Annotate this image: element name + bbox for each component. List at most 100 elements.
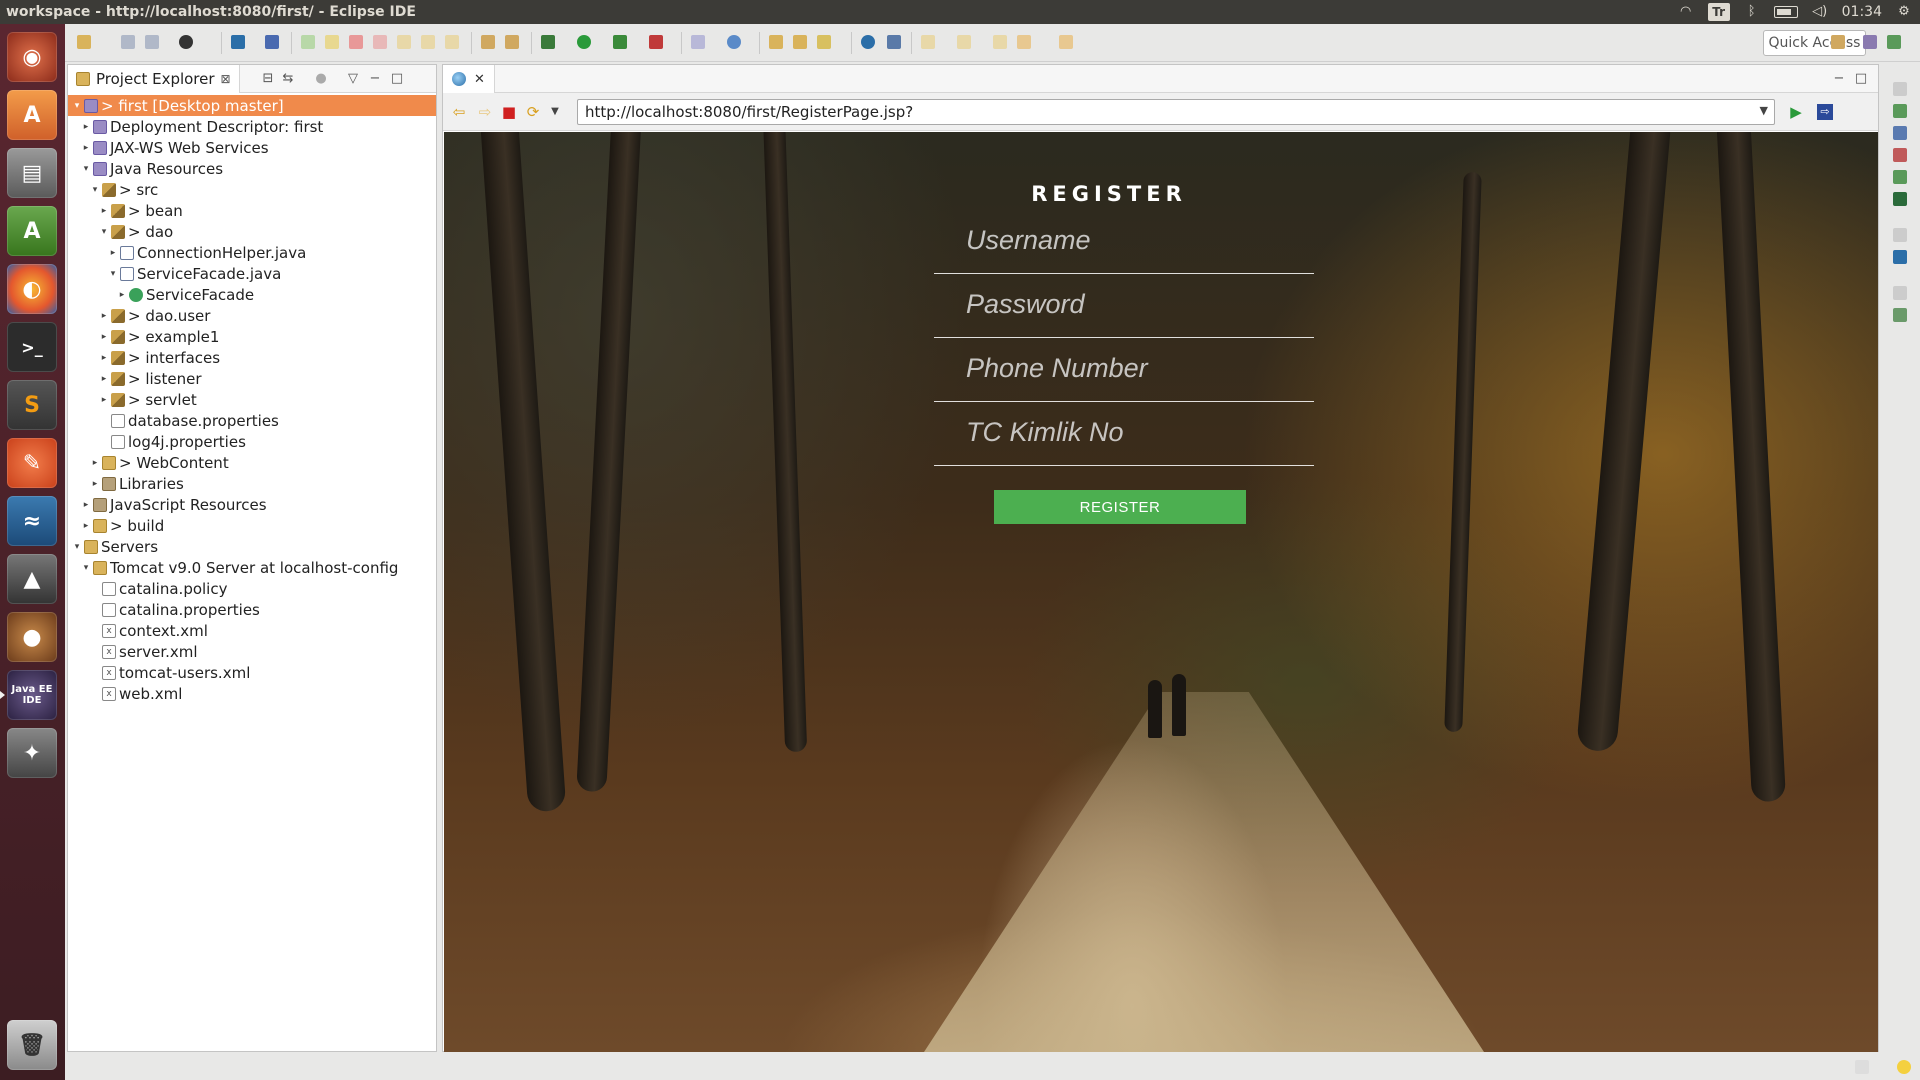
close-tab-icon[interactable]: ⊠: [221, 72, 231, 86]
refresh-icon[interactable]: ⟳: [525, 104, 541, 120]
software-center-icon[interactable]: A: [7, 90, 57, 140]
collapse-arrow-icon[interactable]: ▸: [90, 458, 100, 468]
bluetooth-icon[interactable]: ᛒ: [1744, 5, 1760, 19]
suspend-icon[interactable]: [325, 35, 339, 49]
resume-icon[interactable]: [301, 35, 315, 49]
expand-arrow-icon[interactable]: ▾: [72, 542, 82, 552]
external-tools-icon[interactable]: [649, 35, 663, 49]
keyboard-layout-indicator[interactable]: Tr: [1707, 3, 1730, 21]
collapse-arrow-icon[interactable]: ▸: [81, 521, 91, 531]
tree-item[interactable]: ▾ > dao: [68, 221, 436, 242]
tree-item[interactable]: ▸ > WebContent: [68, 452, 436, 473]
collapse-all-icon[interactable]: ⊟: [261, 72, 275, 86]
chevron-down-icon[interactable]: ▼: [1760, 104, 1768, 117]
debug-perspective-icon[interactable]: [1887, 35, 1901, 49]
minimize-icon[interactable]: −: [1832, 72, 1846, 86]
tree-item[interactable]: ▾ ServiceFacade.java: [68, 263, 436, 284]
tree-item[interactable]: ▸ > example1: [68, 326, 436, 347]
collapse-arrow-icon[interactable]: ▸: [99, 353, 109, 363]
collapse-arrow-icon[interactable]: ▸: [81, 122, 91, 132]
restore-icon[interactable]: [1893, 228, 1907, 242]
tree-item[interactable]: ▸ ServiceFacade: [68, 284, 436, 305]
open-task-icon[interactable]: [505, 35, 519, 49]
username-input[interactable]: [934, 220, 1314, 260]
url-field[interactable]: http://localhost:8080/first/RegisterPage…: [577, 99, 1775, 125]
java-ee-ide-icon[interactable]: Java EE IDE: [7, 670, 57, 720]
back-icon[interactable]: [1017, 35, 1031, 49]
open-folder-icon[interactable]: [769, 35, 783, 49]
tree-item[interactable]: x context.xml: [68, 620, 436, 641]
markers-view-icon[interactable]: [1893, 148, 1907, 162]
clock[interactable]: 01:34: [1842, 4, 1882, 20]
tree-item[interactable]: ▾ Tomcat v9.0 Server at localhost-config: [68, 557, 436, 578]
restore-icon[interactable]: [1893, 286, 1907, 300]
close-tab-icon[interactable]: ✕: [474, 72, 485, 87]
annotation-icon[interactable]: [817, 35, 831, 49]
debug-icon[interactable]: [541, 35, 555, 49]
view-menu-icon[interactable]: ▽: [346, 72, 360, 86]
tree-item[interactable]: catalina.properties: [68, 599, 436, 620]
history-dropdown-icon[interactable]: ▼: [547, 104, 563, 120]
gimp-icon[interactable]: ✦: [7, 728, 57, 778]
collapse-arrow-icon[interactable]: ▸: [99, 332, 109, 342]
expand-arrow-icon[interactable]: ▾: [72, 101, 82, 111]
phone-number-input[interactable]: [934, 348, 1314, 388]
link-with-editor-icon[interactable]: ⇆: [281, 72, 295, 86]
skip-breakpoints-icon[interactable]: [265, 35, 279, 49]
firefox-icon[interactable]: ◐: [7, 264, 57, 314]
password-input[interactable]: [934, 284, 1314, 324]
maximize-icon[interactable]: □: [1854, 72, 1868, 86]
collapse-arrow-icon[interactable]: ▸: [81, 143, 91, 153]
sublime-text-icon[interactable]: S: [7, 380, 57, 430]
expand-arrow-icon[interactable]: ▾: [81, 563, 91, 573]
previous-annotation-icon[interactable]: [957, 35, 971, 49]
servers-view-icon[interactable]: [1893, 192, 1907, 206]
stop-icon[interactable]: ■: [501, 104, 517, 120]
mysql-workbench-icon[interactable]: ≈: [7, 496, 57, 546]
open-type-icon[interactable]: [481, 35, 495, 49]
tree-item[interactable]: ▾ > src: [68, 179, 436, 200]
volume-icon[interactable]: ◁): [1812, 5, 1828, 19]
tree-item[interactable]: ▸ ConnectionHelper.java: [68, 242, 436, 263]
collapse-arrow-icon[interactable]: ▸: [108, 248, 118, 258]
step-over-icon[interactable]: [421, 35, 435, 49]
tree-item[interactable]: ▸ > build: [68, 515, 436, 536]
tree-item[interactable]: ▸ > servlet: [68, 389, 436, 410]
forward-arrow-icon[interactable]: ⇨: [477, 104, 493, 120]
collapse-arrow-icon[interactable]: ▸: [99, 395, 109, 405]
open-project-icon[interactable]: [793, 35, 807, 49]
run-icon[interactable]: [577, 35, 591, 49]
expand-arrow-icon[interactable]: ▾: [81, 164, 91, 174]
tree-item[interactable]: log4j.properties: [68, 431, 436, 452]
minimize-icon[interactable]: −: [368, 72, 382, 86]
publish-icon[interactable]: [179, 35, 193, 49]
outline-view-icon[interactable]: [1893, 104, 1907, 118]
step-into-icon[interactable]: [397, 35, 411, 49]
tree-item[interactable]: ▸ JAX-WS Web Services: [68, 137, 436, 158]
tip-lightbulb-icon[interactable]: [1897, 1060, 1911, 1074]
tab-project-explorer[interactable]: Project Explorer ⊠: [68, 64, 240, 93]
kaffeine-icon[interactable]: ▲: [7, 554, 57, 604]
maximize-icon[interactable]: □: [390, 72, 404, 86]
go-icon[interactable]: ▶: [1788, 104, 1804, 120]
tree-item[interactable]: ▸ > bean: [68, 200, 436, 221]
new-icon[interactable]: [77, 35, 91, 49]
save-icon[interactable]: [121, 35, 135, 49]
tree-item[interactable]: ▾ > first [Desktop master]: [68, 95, 436, 116]
tree-item[interactable]: ▸ > dao.user: [68, 305, 436, 326]
expand-arrow-icon[interactable]: ▾: [108, 269, 118, 279]
files-icon[interactable]: ▤: [7, 148, 57, 198]
notification-icon[interactable]: [1855, 1060, 1869, 1074]
console-icon[interactable]: [231, 35, 245, 49]
tree-item[interactable]: x web.xml: [68, 683, 436, 704]
dash-icon[interactable]: ◉: [7, 32, 57, 82]
quick-access-field[interactable]: Quick Access: [1763, 30, 1866, 56]
back-arrow-icon[interactable]: ⇦: [451, 104, 467, 120]
tree-item[interactable]: ▸ > interfaces: [68, 347, 436, 368]
trash-icon[interactable]: 🗑: [7, 1020, 57, 1070]
java-ee-perspective-icon[interactable]: [1863, 35, 1877, 49]
collapse-arrow-icon[interactable]: ▸: [81, 500, 91, 510]
tree-item[interactable]: ▸ JavaScript Resources: [68, 494, 436, 515]
tc-kimlik-no-input[interactable]: [934, 412, 1314, 452]
restore-icon[interactable]: [1893, 82, 1907, 96]
